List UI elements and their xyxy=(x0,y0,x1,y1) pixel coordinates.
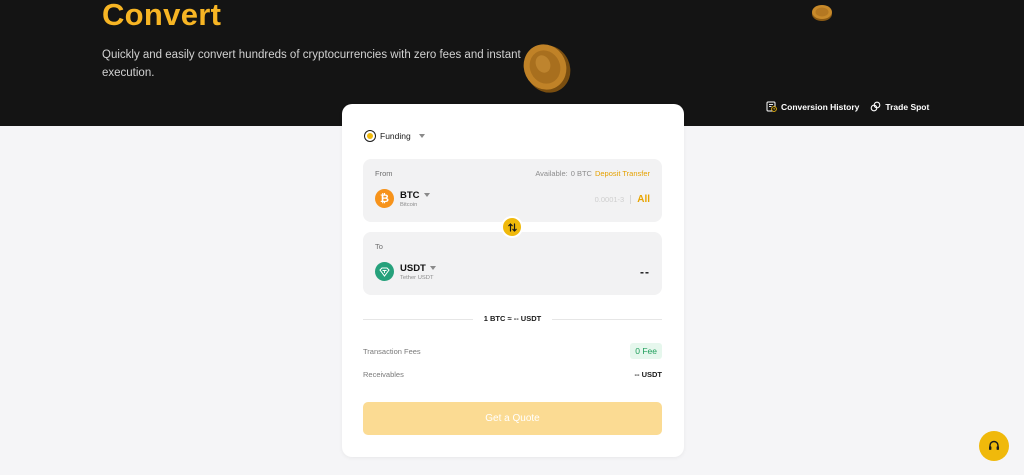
swap-button[interactable] xyxy=(501,216,523,238)
to-asset-selector[interactable]: USDT Tether USDT xyxy=(375,262,436,281)
to-amount-value: -- xyxy=(640,265,650,279)
divider xyxy=(552,319,662,320)
header-links: Conversion History Trade Spot xyxy=(766,101,929,112)
available-value: 0 BTC xyxy=(570,169,592,178)
fee-badge: 0 Fee xyxy=(630,343,662,359)
transaction-fees-label: Transaction Fees xyxy=(363,346,421,356)
swap-icon xyxy=(507,222,517,232)
to-label: To xyxy=(375,242,383,251)
from-asset-selector[interactable]: ₿ BTC Bitcoin xyxy=(375,189,430,208)
page-subtitle: Quickly and easily convert hundreds of c… xyxy=(102,49,521,79)
wallet-label: Funding xyxy=(380,131,411,141)
link-icon xyxy=(871,101,881,112)
conversion-history-label: Conversion History xyxy=(781,101,860,112)
divider xyxy=(630,195,632,204)
deposit-transfer-link[interactable]: Deposit Transfer xyxy=(595,169,650,178)
coin-icon xyxy=(812,5,832,21)
to-asset-symbol: USDT xyxy=(400,262,426,274)
all-button[interactable]: All xyxy=(637,194,650,205)
headset-icon xyxy=(989,440,999,450)
bitcoin-icon: ₿ xyxy=(375,189,394,208)
history-icon xyxy=(766,101,777,112)
to-panel: To USDT Tether USDT -- xyxy=(363,232,662,295)
chevron-down-icon xyxy=(418,134,425,138)
page-title: Convert xyxy=(102,0,222,32)
trade-spot-link[interactable]: Trade Spot xyxy=(870,101,929,112)
transaction-fees-row: Transaction Fees 0 Fee xyxy=(363,343,662,359)
receivables-row: Receivables -- USDT xyxy=(363,370,662,379)
convert-card: Funding From Available: 0 BTC Deposit Tr… xyxy=(342,104,684,457)
available-prefix: Available: xyxy=(535,169,568,178)
receivables-label: Receivables xyxy=(363,370,404,379)
from-amount-area: 0.0001-3 All xyxy=(595,194,650,205)
tether-icon xyxy=(375,262,394,281)
get-quote-button[interactable]: Get a Quote xyxy=(363,402,662,435)
receivables-value: -- USDT xyxy=(634,370,663,379)
chevron-down-icon xyxy=(423,193,430,197)
from-label: From xyxy=(375,169,393,178)
chevron-down-icon xyxy=(429,266,436,270)
to-asset-name: Tether USDT xyxy=(400,274,434,281)
from-amount-input[interactable]: 0.0001-3 xyxy=(595,195,625,204)
available-balance: Available: 0 BTC Deposit Transfer xyxy=(535,169,650,178)
wallet-selector[interactable]: Funding xyxy=(364,130,425,142)
from-asset-name: Bitcoin xyxy=(400,201,418,208)
trade-spot-label: Trade Spot xyxy=(885,101,930,112)
coin-icon xyxy=(523,44,571,93)
exchange-rate: 1 BTC ≈ -- USDT xyxy=(363,314,662,324)
from-panel: From Available: 0 BTC Deposit Transfer ₿… xyxy=(363,159,662,222)
conversion-history-link[interactable]: Conversion History xyxy=(766,101,859,112)
from-asset-symbol: BTC xyxy=(400,189,420,201)
wallet-icon xyxy=(364,130,376,142)
support-chat-button[interactable] xyxy=(979,431,1009,461)
